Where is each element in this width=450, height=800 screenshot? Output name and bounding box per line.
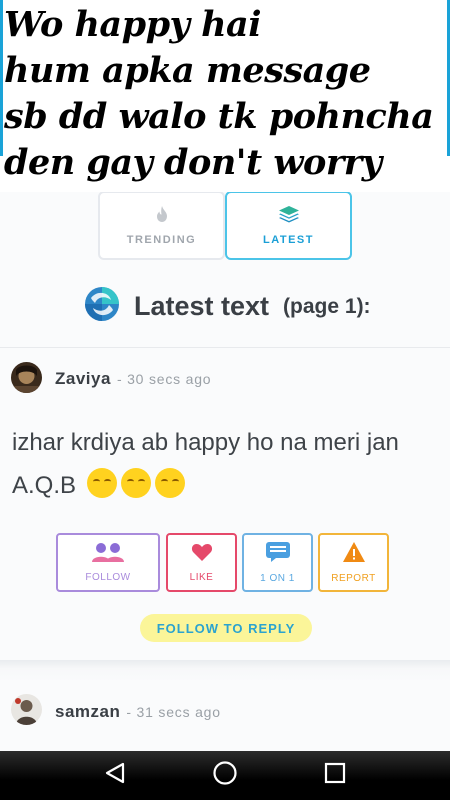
tab-label: TRENDING — [126, 234, 197, 246]
follow-button[interactable]: FOLLOW — [56, 533, 160, 592]
divider — [0, 347, 450, 348]
reply-label: FOLLOW TO REPLY — [156, 620, 296, 636]
like-label: LIKE — [189, 572, 214, 583]
post-time: - 30 secs ago — [116, 371, 212, 387]
like-button[interactable]: LIKE — [166, 533, 237, 592]
feed-tabs: TRENDING LATEST — [98, 191, 352, 260]
post-time: - 31 secs ago — [126, 704, 221, 720]
post-separator — [0, 660, 450, 682]
app-screen: Wo happy hai hum apka message sb dd walo… — [0, 0, 450, 800]
back-icon[interactable] — [103, 761, 127, 790]
one-on-one-label: 1 ON 1 — [260, 573, 295, 584]
one-on-one-button[interactable]: 1 ON 1 — [242, 533, 313, 592]
home-icon[interactable] — [212, 760, 238, 791]
post-body: izhar krdiya ab happy ho na meri jan A.Q… — [12, 421, 438, 507]
flame-icon — [154, 205, 170, 228]
follow-to-reply-button[interactable]: FOLLOW TO REPLY — [140, 614, 312, 642]
avatar[interactable] — [11, 362, 42, 393]
tab-label: LATEST — [263, 234, 314, 246]
recents-icon[interactable] — [323, 761, 347, 790]
author-name[interactable]: Zaviya — [55, 369, 111, 389]
tab-trending[interactable]: TRENDING — [98, 191, 225, 260]
spiral-logo-icon — [84, 286, 120, 327]
screen-edge-left — [0, 0, 3, 156]
caption-line: Wo happy hai — [4, 4, 262, 45]
caption-overlay: Wo happy hai hum apka message sb dd walo… — [0, 0, 450, 192]
caption-line: hum apka message — [4, 50, 371, 91]
follow-label: FOLLOW — [85, 572, 131, 583]
section-heading: Latest text (page 1): — [84, 286, 371, 327]
report-button[interactable]: REPORT — [318, 533, 389, 592]
post-text: izhar krdiya ab happy ho na meri jan A.Q… — [12, 429, 399, 499]
users-icon — [91, 542, 125, 567]
kissing-face-emoji — [154, 468, 185, 498]
page-indicator: (page 1): — [283, 294, 371, 318]
avatar[interactable] — [11, 694, 42, 725]
report-label: REPORT — [331, 573, 376, 584]
section-title: Latest text — [134, 291, 270, 321]
warning-icon — [342, 541, 366, 568]
heart-icon — [191, 542, 213, 567]
post-meta: samzan - 31 secs ago — [55, 702, 221, 722]
system-nav-bar — [0, 751, 450, 800]
tab-latest[interactable]: LATEST — [225, 191, 352, 260]
author-name[interactable]: samzan — [55, 702, 120, 722]
chat-icon — [265, 541, 291, 568]
caption-line: den gay don't worry — [4, 142, 382, 183]
post-meta: Zaviya - 30 secs ago — [55, 369, 211, 389]
caption-line: sb dd walo tk pohncha — [4, 96, 434, 137]
post-actions: FOLLOW LIKE 1 ON 1 REPORT — [56, 533, 389, 593]
kissing-face-emoji — [86, 468, 117, 498]
layers-icon — [278, 205, 300, 228]
kissing-face-emoji — [120, 468, 151, 498]
